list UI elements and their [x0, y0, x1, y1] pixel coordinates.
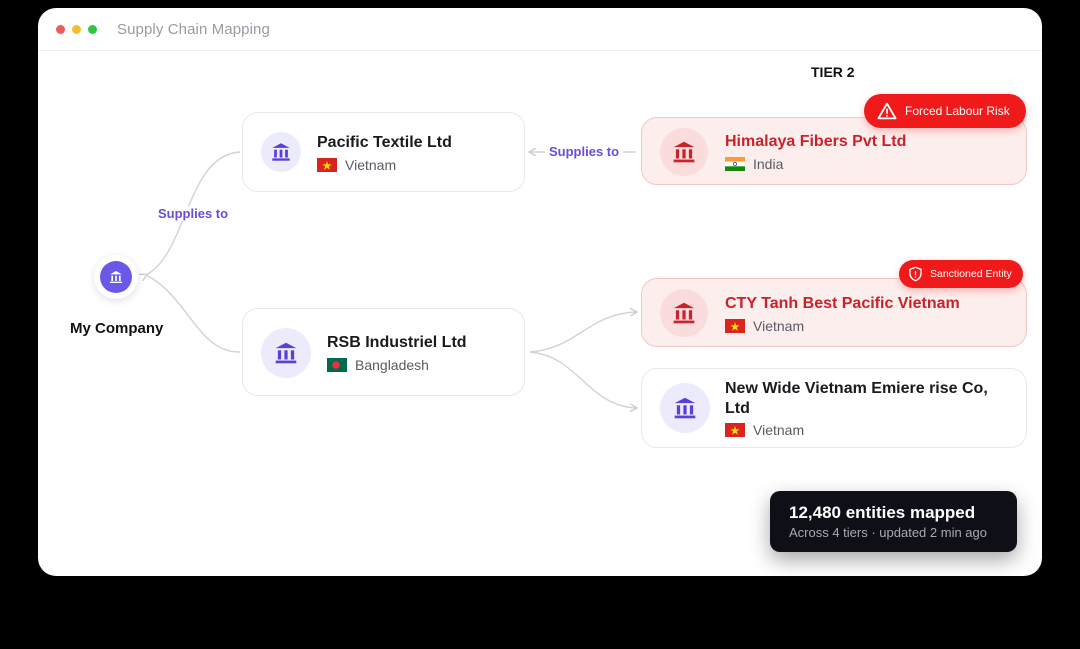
edge-rsb-cty	[529, 312, 636, 353]
my-company-label: My Company	[70, 320, 164, 337]
supplier-name: Pacific Textile Ltd	[317, 134, 452, 151]
badge-label: Forced Labour Risk	[905, 104, 1010, 118]
supplier-name: New Wide Vietnam Emiere rise Co, Ltd	[725, 380, 988, 417]
toast-title: 12,480 entities mapped	[789, 503, 976, 522]
supplier-card-cty-tanh[interactable]: CTY Tanh Best Pacific Vietnam Vietnam	[641, 278, 1027, 347]
country-name: India	[753, 156, 784, 172]
edge-root-rsb	[145, 274, 241, 353]
warning-triangle-icon	[877, 102, 897, 120]
forced-labour-risk-badge[interactable]: Forced Labour Risk	[864, 94, 1026, 128]
supplier-avatar	[660, 128, 708, 176]
supplier-card-new-wide-vietnam[interactable]: New Wide Vietnam Emiere rise Co, Ltd Vie…	[641, 368, 1027, 448]
supplier-avatar	[261, 132, 301, 172]
supplier-country: Vietnam	[725, 318, 804, 334]
vietnam-flag-icon	[725, 423, 745, 437]
edge-label-supplies-to-tier1: Supplies to	[154, 206, 233, 221]
supplier-name: CTY Tanh Best Pacific Vietnam	[725, 295, 960, 312]
edge-rsb-newwide	[529, 351, 636, 408]
supplier-country: Bangladesh	[327, 357, 429, 373]
supplier-country: Vietnam	[317, 157, 396, 173]
my-company-node[interactable]	[94, 255, 138, 299]
building-icon	[673, 141, 695, 163]
country-name: Bangladesh	[355, 357, 429, 373]
supplier-name: RSB Industriel Ltd	[327, 334, 467, 351]
supplier-card-rsb-industriel[interactable]: RSB Industriel Ltd Bangladesh	[242, 308, 525, 396]
supplier-country: Vietnam	[725, 422, 804, 438]
entities-mapped-toast: 12,480 entities mapped Across 4 tiers · …	[770, 491, 1017, 552]
country-name: Vietnam	[345, 157, 397, 173]
building-icon	[674, 397, 696, 419]
supplier-avatar	[261, 328, 311, 378]
toast-subtitle: Across 4 tiers · updated 2 min ago	[789, 525, 987, 540]
building-icon	[272, 143, 290, 161]
supplier-name: Himalaya Fibers Pvt Ltd	[725, 133, 907, 150]
vietnam-flag-icon	[317, 158, 337, 172]
country-name: Vietnam	[753, 318, 805, 334]
shield-alert-icon	[909, 266, 922, 282]
sanctioned-entity-badge[interactable]: Sanctioned Entity	[899, 260, 1023, 288]
supplier-card-pacific-textile[interactable]: Pacific Textile Ltd Vietnam	[242, 112, 525, 192]
building-icon	[110, 271, 122, 283]
vietnam-flag-icon	[725, 319, 745, 333]
india-flag-icon	[725, 157, 745, 171]
badge-label: Sanctioned Entity	[930, 268, 1012, 280]
supplier-avatar	[660, 383, 710, 433]
building-icon	[275, 342, 297, 364]
country-name: Vietnam	[753, 422, 805, 438]
bangladesh-flag-icon	[327, 358, 347, 372]
supplier-avatar	[660, 289, 708, 337]
supplier-country: India	[725, 156, 783, 172]
edge-label-supplies-to-tier2: Supplies to	[545, 144, 624, 159]
building-icon	[673, 302, 695, 324]
app-window: Supply Chain Mapping TIER 2 Supplies to …	[38, 8, 1042, 576]
